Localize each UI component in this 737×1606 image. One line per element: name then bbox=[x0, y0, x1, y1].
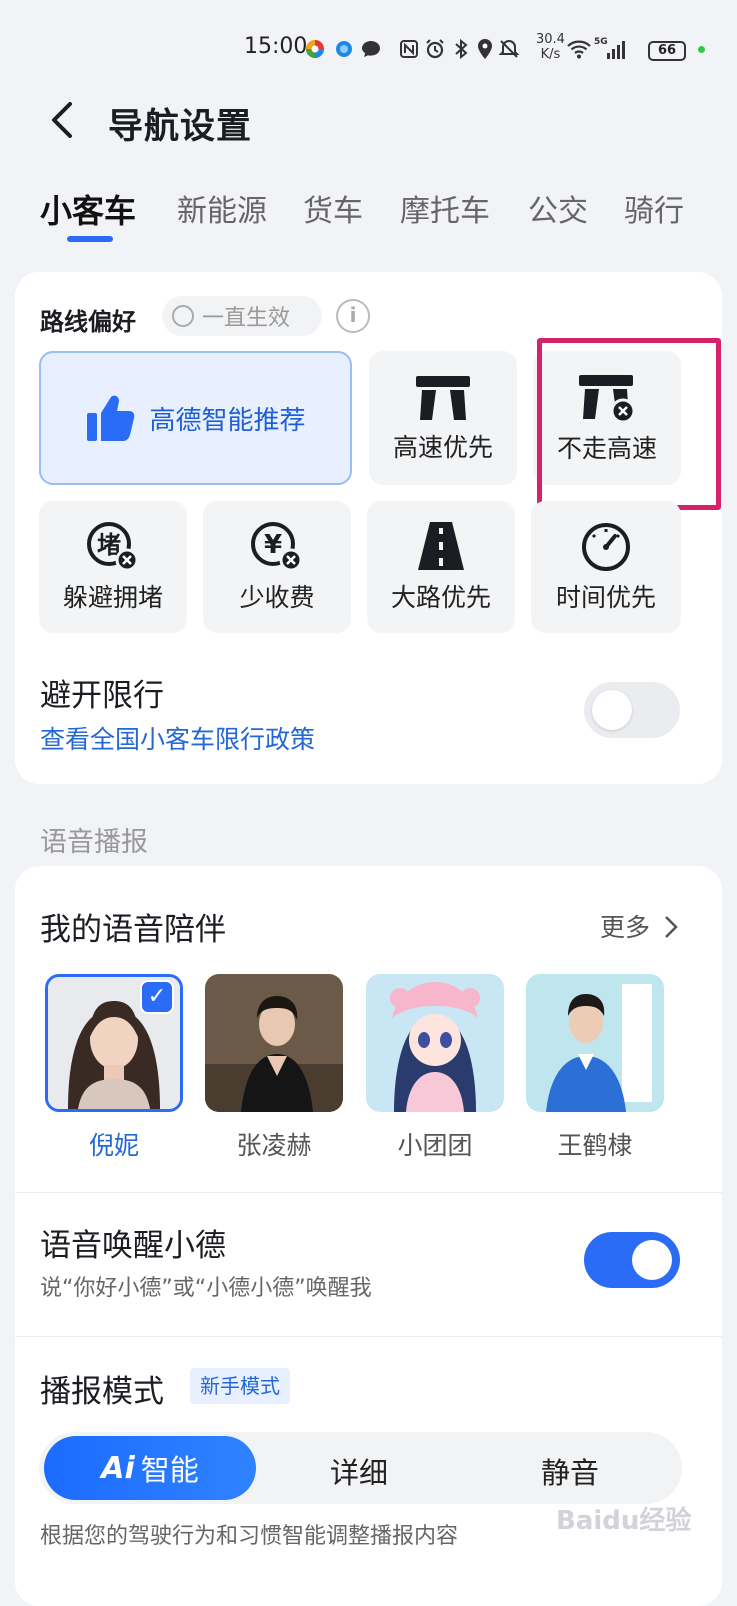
tab-new-energy[interactable]: 新能源 bbox=[177, 186, 267, 230]
divider bbox=[15, 1336, 722, 1337]
back-icon[interactable] bbox=[44, 100, 84, 140]
avoid-restriction-title: 避开限行 bbox=[40, 678, 164, 714]
nfc-icon bbox=[398, 38, 420, 60]
vehicle-tabs: 小客车 新能源 货车 摩托车 公交 骑行 bbox=[40, 186, 720, 246]
active-dot-icon bbox=[698, 46, 705, 53]
status-time: 15:00 bbox=[244, 34, 308, 59]
mute-bell-icon bbox=[498, 38, 520, 60]
avoid-restriction-toggle[interactable] bbox=[584, 682, 680, 738]
more-label: 更多 bbox=[600, 913, 651, 942]
option-avoid-congestion-label: 躲避拥堵 bbox=[62, 583, 163, 612]
tab-car[interactable]: 小客车 bbox=[40, 186, 136, 232]
mode-smart-label: 智能 bbox=[140, 1453, 199, 1487]
active-tab-indicator bbox=[67, 236, 113, 242]
mode-smart-button[interactable]: Ai 智能 bbox=[44, 1436, 256, 1500]
option-time-first-label: 时间优先 bbox=[555, 583, 656, 612]
voice-wake-subtitle: 说“你好小德”或“小德小德”唤醒我 bbox=[40, 1276, 372, 1301]
network-speed-unit: K/s bbox=[540, 47, 561, 62]
option-smart-label: 高德智能推荐 bbox=[149, 405, 306, 436]
option-time-first[interactable]: 时间优先 bbox=[531, 501, 681, 633]
tab-bus[interactable]: 公交 bbox=[528, 186, 588, 230]
baidu-watermark: Baidu经验 bbox=[556, 1506, 692, 1536]
status-bar: 15:00 30.4 K/s 5G 66 bbox=[0, 0, 737, 90]
mode-description: 根据您的驾驶行为和习惯智能调整播报内容 bbox=[40, 1524, 459, 1549]
alarm-icon bbox=[424, 38, 446, 60]
tab-truck[interactable]: 货车 bbox=[303, 186, 363, 230]
signal-icon bbox=[604, 38, 630, 60]
voice-name-wanghedi: 王鹤棣 bbox=[557, 1131, 633, 1160]
voice-name-nini: 倪妮 bbox=[88, 1131, 139, 1160]
stopwatch-icon bbox=[579, 520, 633, 572]
more-voices-link[interactable]: 更多 bbox=[600, 908, 678, 945]
restriction-policy-link[interactable]: 查看全国小客车限行政策 bbox=[40, 720, 315, 756]
option-avoid-congestion[interactable]: 堵 躲避拥堵 bbox=[39, 501, 187, 633]
divider bbox=[15, 1192, 722, 1193]
option-smart-recommend[interactable]: 高德智能推荐 bbox=[39, 351, 352, 485]
tab-motorcycle[interactable]: 摩托车 bbox=[400, 186, 490, 230]
selected-check-icon: ✓ bbox=[140, 980, 174, 1014]
voice-avatar-xiaotuantuan[interactable] bbox=[366, 974, 504, 1112]
app-notification-icon bbox=[304, 38, 326, 60]
info-icon[interactable]: i bbox=[336, 299, 370, 333]
novice-mode-badge: 新手模式 bbox=[190, 1368, 290, 1404]
voice-companion-title: 我的语音陪伴 bbox=[40, 912, 226, 948]
option-highway-first-label: 高速优先 bbox=[392, 433, 493, 462]
location-icon bbox=[474, 38, 496, 60]
battery-icon: 66 bbox=[648, 41, 686, 61]
page-title: 导航设置 bbox=[108, 107, 253, 147]
voice-avatar-zhanglinghe[interactable] bbox=[205, 974, 343, 1112]
network-speed: 30.4 K/s bbox=[536, 32, 565, 62]
radio-icon bbox=[172, 305, 194, 327]
voice-wake-toggle[interactable] bbox=[584, 1232, 680, 1288]
congestion-icon: 堵 bbox=[83, 520, 143, 572]
browser-notification-icon bbox=[333, 38, 355, 60]
highlight-box bbox=[537, 338, 721, 510]
wifi-icon bbox=[566, 38, 592, 60]
route-preference-label: 路线偏好 bbox=[40, 308, 136, 336]
highway-icon bbox=[414, 372, 472, 422]
always-effective-label: 一直生效 bbox=[202, 306, 291, 331]
voice-wake-title: 语音唤醒小德 bbox=[40, 1228, 226, 1264]
message-icon bbox=[360, 38, 382, 60]
main-road-icon bbox=[416, 520, 466, 572]
network-speed-value: 30.4 bbox=[536, 32, 565, 47]
always-effective-toggle[interactable]: 一直生效 bbox=[162, 296, 322, 336]
option-main-road[interactable]: 大路优先 bbox=[367, 501, 515, 633]
broadcast-mode-title: 播报模式 bbox=[40, 1374, 164, 1410]
voice-avatar-wanghedi[interactable] bbox=[526, 974, 664, 1112]
bluetooth-icon bbox=[450, 38, 472, 60]
mode-mute-button[interactable]: 静音 bbox=[541, 1450, 599, 1492]
voice-name-xiaotuantuan: 小团团 bbox=[397, 1131, 473, 1160]
voice-name-zhanglinghe: 张凌赫 bbox=[236, 1131, 312, 1160]
chevron-right-icon bbox=[664, 915, 678, 945]
tab-cycling[interactable]: 骑行 bbox=[624, 186, 684, 230]
voice-section-title: 语音播报 bbox=[40, 827, 148, 858]
toll-glyph: ¥ bbox=[264, 530, 282, 560]
option-highway-first[interactable]: 高速优先 bbox=[369, 351, 517, 485]
thumbs-up-icon bbox=[85, 393, 137, 443]
ai-icon: Ai bbox=[101, 1450, 135, 1486]
option-main-road-label: 大路优先 bbox=[390, 583, 491, 612]
mode-detail-button[interactable]: 详细 bbox=[330, 1450, 388, 1492]
option-less-toll-label: 少收费 bbox=[239, 583, 315, 612]
toll-icon: ¥ bbox=[247, 520, 307, 572]
option-less-toll[interactable]: ¥ 少收费 bbox=[203, 501, 351, 633]
